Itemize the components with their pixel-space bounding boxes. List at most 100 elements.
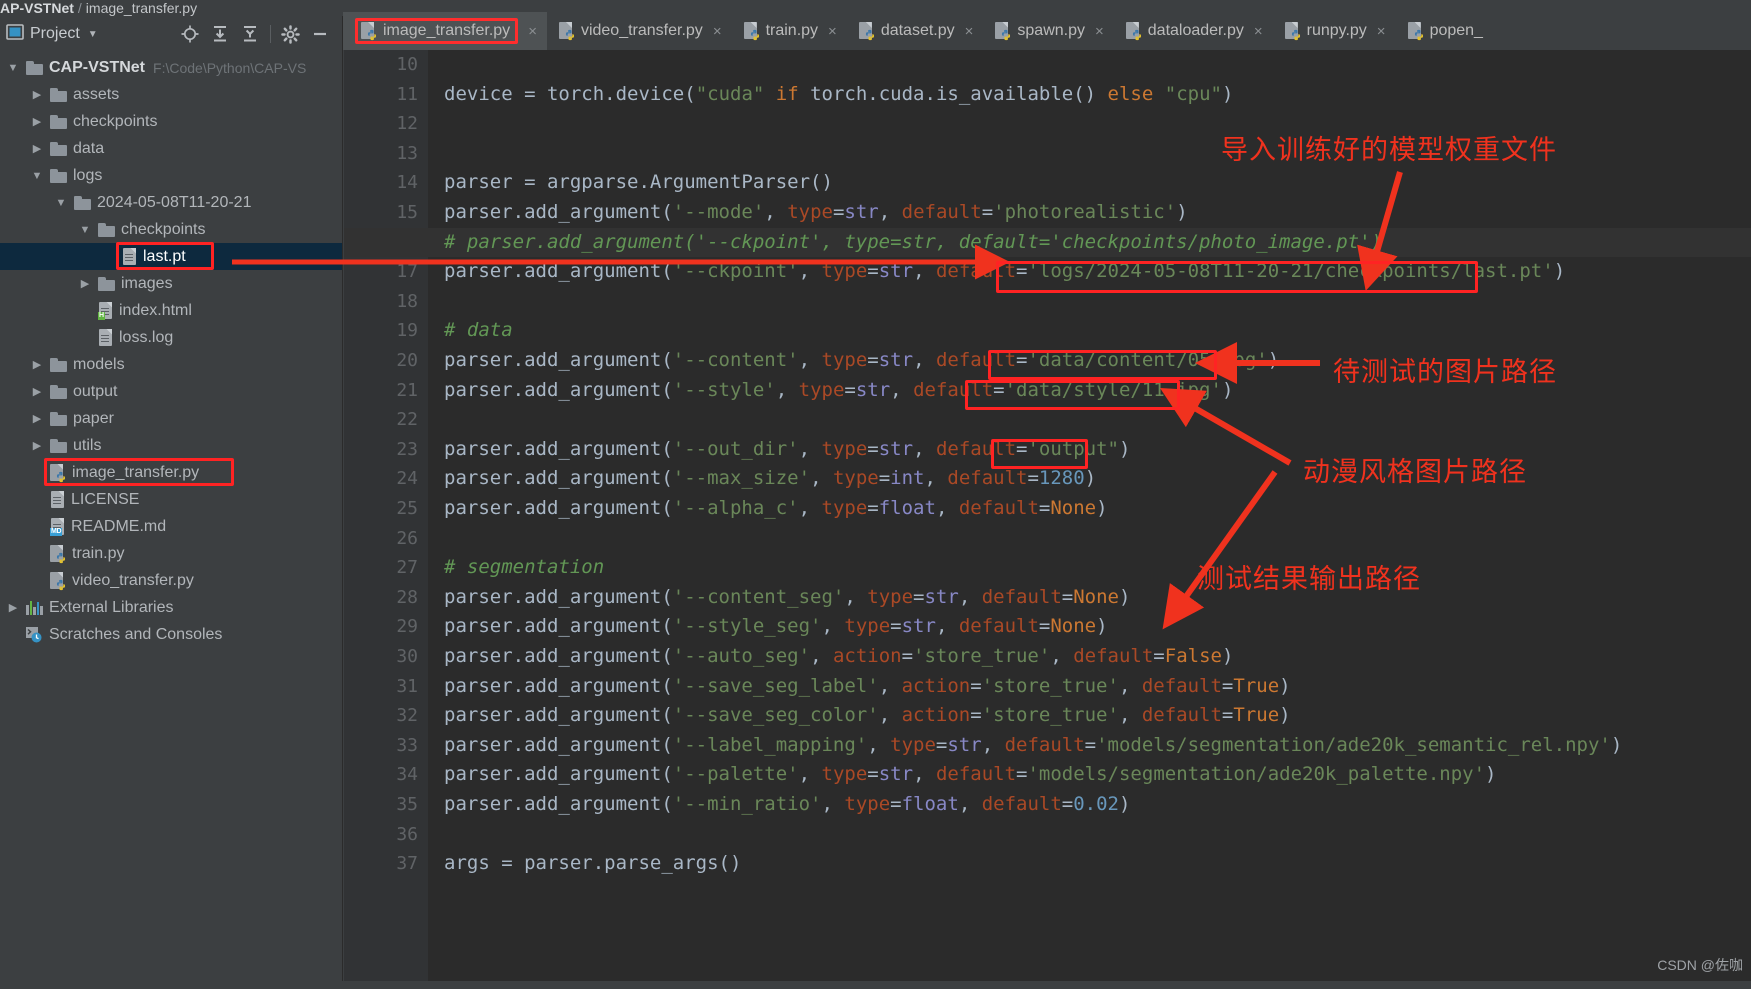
editor-tab-video-transfer-py[interactable]: video_transfer.py × bbox=[547, 12, 732, 50]
code-token: = bbox=[1061, 793, 1074, 815]
code-line[interactable]: parser.add_argument('--mode', type=str, … bbox=[428, 198, 1751, 228]
chevron-right-icon[interactable]: ▶ bbox=[30, 88, 44, 101]
code-line[interactable]: parser.add_argument('--max_size', type=i… bbox=[428, 464, 1751, 494]
chevron-down-icon[interactable]: ▼ bbox=[78, 224, 92, 236]
code-editor[interactable]: 1011121314151617181920212223242526272829… bbox=[344, 50, 1751, 989]
chevron-right-icon[interactable]: ▶ bbox=[30, 385, 44, 398]
tab-close-icon[interactable]: × bbox=[713, 23, 722, 40]
code-line[interactable] bbox=[428, 405, 1751, 435]
tab-close-icon[interactable]: × bbox=[828, 23, 837, 40]
code-line[interactable]: parser.add_argument('--save_seg_label', … bbox=[428, 672, 1751, 702]
tab-close-icon[interactable]: × bbox=[965, 23, 974, 40]
chevron-down-icon[interactable]: ▼ bbox=[30, 170, 44, 182]
expand-all-icon[interactable] bbox=[210, 24, 230, 44]
chevron-right-icon[interactable]: ▶ bbox=[30, 115, 44, 128]
tree-item-output[interactable]: ▶ output bbox=[0, 378, 342, 405]
tab-close-icon[interactable]: × bbox=[1254, 23, 1263, 40]
tree-item-external-libraries[interactable]: ▶ External Libraries bbox=[0, 594, 342, 621]
tree-item-label: paper bbox=[73, 409, 114, 427]
tree-item-index-html[interactable]: Hindex.html bbox=[0, 297, 342, 324]
tab-label: popen_ bbox=[1429, 22, 1483, 39]
code-line[interactable]: parser.add_argument('--palette', type=st… bbox=[428, 760, 1751, 790]
code-line[interactable]: device = torch.device("cuda" if torch.cu… bbox=[428, 80, 1751, 110]
code-line[interactable] bbox=[428, 287, 1751, 317]
collapse-all-icon[interactable] bbox=[240, 24, 260, 44]
tree-item-images[interactable]: ▶ images bbox=[0, 270, 342, 297]
code-line[interactable] bbox=[428, 820, 1751, 850]
tree-item-license[interactable]: LICENSE bbox=[0, 486, 342, 513]
code-token: 'output" bbox=[1027, 437, 1119, 460]
chevron-right-icon[interactable]: ▶ bbox=[30, 412, 44, 425]
code-line[interactable]: # segmentation bbox=[428, 553, 1751, 583]
gear-icon[interactable] bbox=[281, 24, 300, 44]
code-line[interactable]: parser.add_argument('--alpha_c', type=fl… bbox=[428, 494, 1751, 524]
tree-item-utils[interactable]: ▶ utils bbox=[0, 432, 342, 459]
line-number: 10 bbox=[396, 54, 418, 75]
chevron-down-icon[interactable]: ▼ bbox=[54, 197, 68, 209]
editor-tab-spawn-py[interactable]: spawn.py × bbox=[983, 12, 1113, 50]
chevron-right-icon[interactable]: ▶ bbox=[30, 358, 44, 371]
chevron-right-icon[interactable]: ▶ bbox=[30, 439, 44, 452]
tree-item-readme-md[interactable]: MD README.md bbox=[0, 513, 342, 540]
code-line[interactable]: args = parser.parse_args() bbox=[428, 849, 1751, 879]
code-token: 'photorealistic' bbox=[993, 201, 1177, 223]
code-line[interactable]: parser.add_argument('--auto_seg', action… bbox=[428, 642, 1751, 672]
code-line[interactable]: parser = argparse.ArgumentParser() bbox=[428, 168, 1751, 198]
code-content[interactable]: device = torch.device("cuda" if torch.cu… bbox=[344, 50, 1751, 989]
code-line[interactable]: parser.add_argument('--content_seg', typ… bbox=[428, 583, 1751, 613]
tree-item-train-py[interactable]: train.py bbox=[0, 540, 342, 567]
code-line[interactable] bbox=[428, 50, 1751, 80]
code-token: ) bbox=[1096, 497, 1108, 519]
code-token: ) bbox=[1279, 704, 1291, 727]
code-line[interactable]: parser.add_argument('--style_seg', type=… bbox=[428, 612, 1751, 642]
status-bar bbox=[0, 981, 1751, 989]
code-token: parser.add_argument( bbox=[444, 378, 673, 401]
chevron-down-icon[interactable]: ▼ bbox=[88, 29, 98, 40]
code-token: type bbox=[844, 615, 891, 638]
tree-item-models[interactable]: ▶ models bbox=[0, 351, 342, 378]
tree-item-assets[interactable]: ▶ assets bbox=[0, 81, 342, 108]
tree-item-paper[interactable]: ▶ paper bbox=[0, 405, 342, 432]
code-token: default bbox=[1141, 704, 1222, 727]
code-line[interactable]: parser.add_argument('--out_dir', type=st… bbox=[428, 435, 1751, 465]
tab-close-icon[interactable]: × bbox=[1377, 23, 1386, 40]
editor-tab-dataloader-py[interactable]: dataloader.py × bbox=[1114, 12, 1273, 50]
tree-item-checkpoints[interactable]: ▶ checkpoints bbox=[0, 108, 342, 135]
editor-tab-runpy-py[interactable]: runpy.py × bbox=[1273, 12, 1396, 50]
line-number: 19 bbox=[396, 320, 418, 342]
tree-item-scratches-and-consoles[interactable]: Scratches and Consoles bbox=[0, 621, 342, 648]
minimize-icon[interactable] bbox=[310, 24, 330, 44]
code-line[interactable]: parser.add_argument('--min_ratio', type=… bbox=[428, 790, 1751, 820]
tree-item-data[interactable]: ▶ data bbox=[0, 135, 342, 162]
tree-item-2024-05-08t11-20-21[interactable]: ▼ 2024-05-08T11-20-21 bbox=[0, 189, 342, 216]
tab-close-icon[interactable]: × bbox=[1095, 23, 1104, 40]
code-line[interactable]: parser.add_argument('--ckpoint', type=st… bbox=[428, 257, 1751, 287]
code-line[interactable]: parser.add_argument('--label_mapping', t… bbox=[428, 731, 1751, 761]
tab-close-icon[interactable]: × bbox=[528, 23, 537, 40]
project-file-tree[interactable]: ▼ CAP-VSTNet F:\Code\Python\CAP-VS ▶ assets ▶… bbox=[0, 52, 342, 648]
editor-tab-popen-[interactable]: popen_ bbox=[1396, 12, 1493, 50]
editor-tab-dataset-py[interactable]: dataset.py × bbox=[847, 12, 984, 50]
chevron-down-icon[interactable]: ▼ bbox=[6, 62, 20, 74]
tree-item-loss-log[interactable]: loss.log bbox=[0, 324, 342, 351]
code-line[interactable]: # parser.add_argument('--ckpoint', type=… bbox=[428, 228, 1751, 258]
tree-item-video-transfer-py[interactable]: video_transfer.py bbox=[0, 567, 342, 594]
editor-tab-image-transfer-py[interactable]: image_transfer.py × bbox=[343, 12, 547, 50]
tree-item-logs[interactable]: ▼ logs bbox=[0, 162, 342, 189]
project-sidebar[interactable]: Project ▼ ▼ CAP-VSTNet F:\Code\Python\CA… bbox=[0, 16, 343, 989]
chevron-right-icon[interactable]: ▶ bbox=[6, 601, 20, 614]
tree-item-image-transfer-py[interactable]: image_transfer.py bbox=[0, 458, 342, 486]
editor-tab-train-py[interactable]: train.py × bbox=[732, 12, 847, 50]
code-token: = bbox=[993, 378, 1005, 401]
tree-item-checkpoints[interactable]: ▼ checkpoints bbox=[0, 216, 342, 243]
code-line[interactable]: # data bbox=[428, 316, 1751, 346]
code-line[interactable]: parser.add_argument('--save_seg_color', … bbox=[428, 701, 1751, 731]
tree-item-last-pt[interactable]: last.pt bbox=[0, 242, 342, 270]
locate-icon[interactable] bbox=[180, 24, 200, 44]
line-number: 26 bbox=[396, 527, 418, 549]
editor-tab-bar[interactable]: image_transfer.py × video_transfer.py × trai… bbox=[343, 0, 1751, 50]
tree-item-cap-vstnet[interactable]: ▼ CAP-VSTNet F:\Code\Python\CAP-VS bbox=[0, 54, 342, 81]
chevron-right-icon[interactable]: ▶ bbox=[30, 142, 44, 155]
chevron-right-icon[interactable]: ▶ bbox=[78, 277, 92, 290]
code-line[interactable] bbox=[428, 524, 1751, 554]
